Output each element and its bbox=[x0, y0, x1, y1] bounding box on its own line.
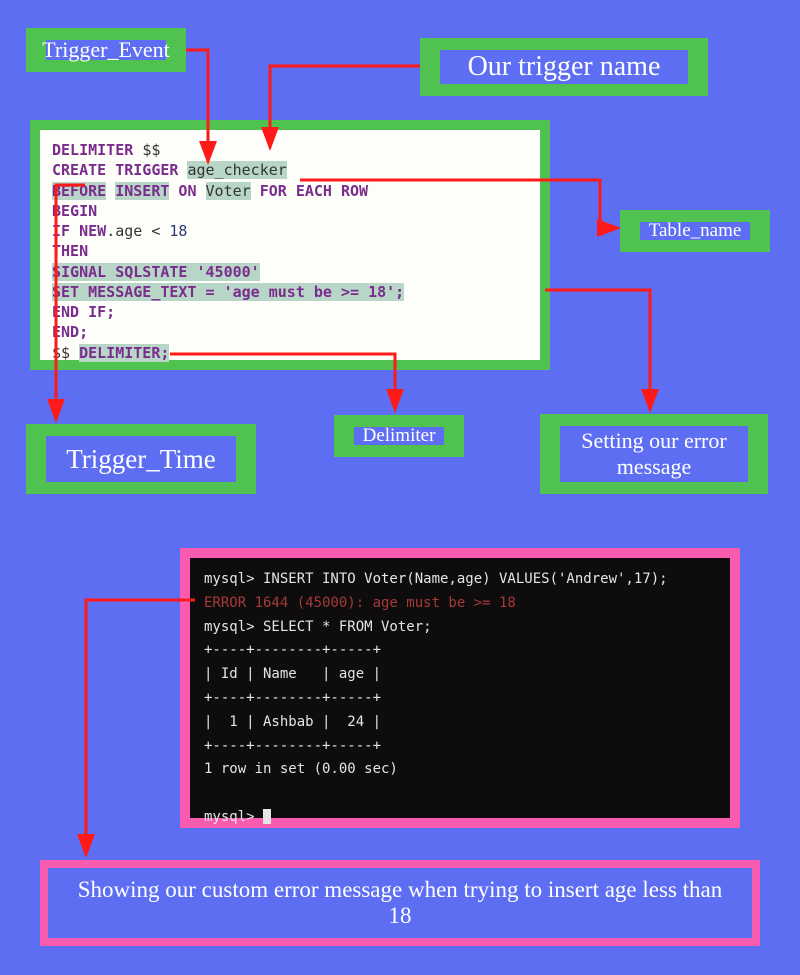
term-line: | Id | Name | age | bbox=[204, 666, 381, 682]
code-line: IF NEW.age < 18 bbox=[52, 221, 528, 241]
code-line: SET MESSAGE_TEXT = 'age must be >= 18'; bbox=[52, 282, 528, 302]
code-line: $$ DELIMITER; bbox=[52, 343, 528, 363]
label-table-name: Table_name bbox=[620, 210, 770, 252]
caption-text: Showing our custom error message when tr… bbox=[66, 877, 734, 929]
mysql-terminal: mysql> INSERT INTO Voter(Name,age) VALUE… bbox=[180, 548, 740, 828]
label-text: Delimiter bbox=[363, 425, 436, 447]
label-text: Trigger_Event bbox=[42, 37, 170, 63]
term-line-error: ERROR 1644 (45000): age must be >= 18 bbox=[204, 595, 516, 611]
term-line: 1 row in set (0.00 sec) bbox=[204, 761, 398, 777]
term-line: | 1 | Ashbab | 24 | bbox=[204, 714, 381, 730]
code-line: BEFORE INSERT ON Voter FOR EACH ROW bbox=[52, 181, 528, 201]
code-line: END; bbox=[52, 322, 528, 342]
label-text: Our trigger name bbox=[468, 51, 661, 83]
caption-error-output: Showing our custom error message when tr… bbox=[40, 860, 760, 946]
code-line: DELIMITER $$ bbox=[52, 140, 528, 160]
term-line: mysql> INSERT INTO Voter(Name,age) VALUE… bbox=[204, 571, 668, 587]
term-line: mysql> bbox=[204, 809, 263, 825]
code-line: END IF; bbox=[52, 302, 528, 322]
sql-code-panel: DELIMITER $$ CREATE TRIGGER age_checker … bbox=[30, 120, 550, 370]
code-line: SIGNAL SQLSTATE '45000' bbox=[52, 262, 528, 282]
label-trigger-name: Our trigger name bbox=[420, 38, 708, 96]
cursor-icon bbox=[263, 809, 271, 824]
label-trigger-time: Trigger_Time bbox=[26, 424, 256, 494]
term-line: +----+--------+-----+ bbox=[204, 690, 381, 706]
label-text: Trigger_Time bbox=[66, 444, 216, 475]
label-trigger-event: Trigger_Event bbox=[26, 28, 186, 72]
label-delimiter: Delimiter bbox=[334, 415, 464, 457]
term-line: +----+--------+-----+ bbox=[204, 642, 381, 658]
code-line: BEGIN bbox=[52, 201, 528, 221]
term-line: mysql> SELECT * FROM Voter; bbox=[204, 619, 432, 635]
term-line: +----+--------+-----+ bbox=[204, 738, 381, 754]
label-text: Table_name bbox=[649, 220, 742, 242]
label-text: Setting our error message bbox=[574, 428, 734, 480]
code-line: THEN bbox=[52, 241, 528, 261]
label-error-message: Setting our error message bbox=[540, 414, 768, 494]
code-line: CREATE TRIGGER age_checker bbox=[52, 160, 528, 180]
